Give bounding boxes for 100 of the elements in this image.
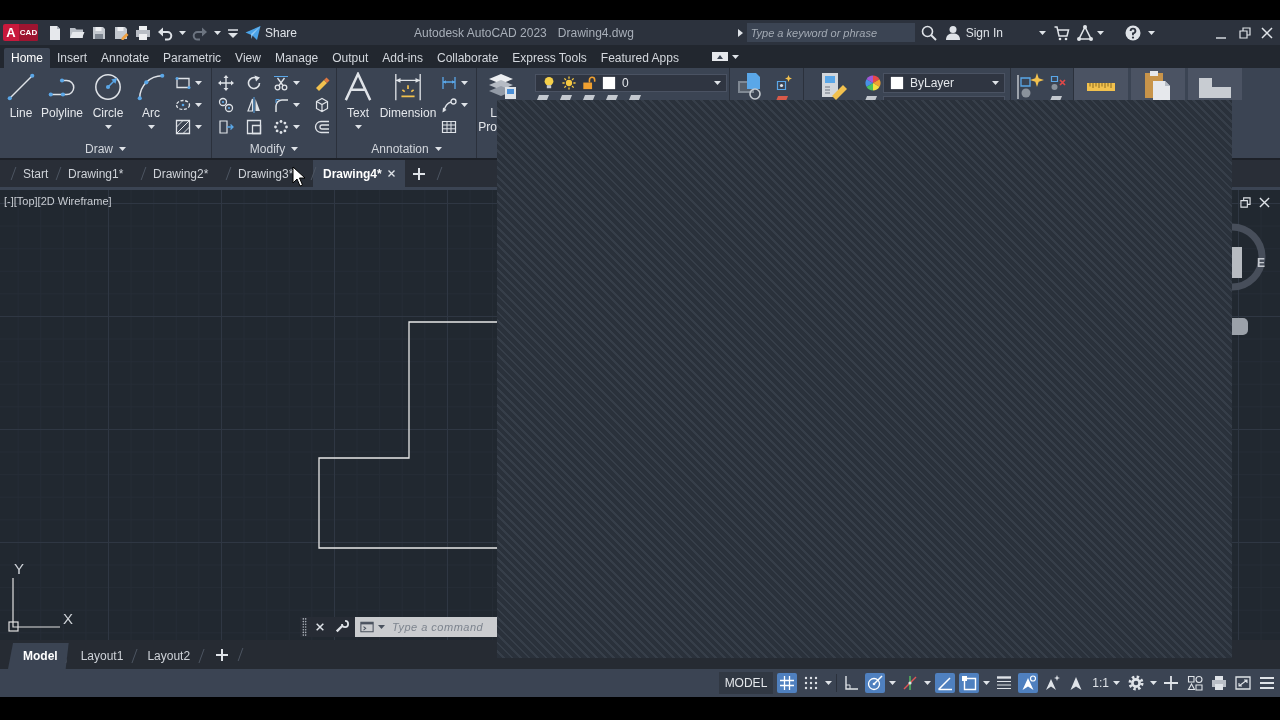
base-view-button[interactable]	[1188, 68, 1242, 100]
caret-icon[interactable]	[983, 681, 991, 685]
rotate-icon[interactable]	[246, 75, 262, 91]
layout-tab[interactable]: Layout1	[68, 643, 136, 669]
circle-tool-button[interactable]: Circle	[86, 72, 130, 134]
eraser-icon[interactable]	[314, 75, 330, 91]
search-field[interactable]: Type a keyword or phrase	[746, 23, 915, 42]
scissors-icon[interactable]	[273, 75, 289, 91]
compass-ring[interactable]	[1232, 223, 1266, 291]
model-space-button[interactable]: MODEL	[718, 672, 774, 694]
caret-icon[interactable]	[214, 30, 221, 35]
panel-title-button[interactable]: Draw	[83, 142, 128, 156]
plus-icon[interactable]	[216, 648, 229, 661]
caret-icon[interactable]	[461, 81, 468, 85]
linear-dimension-icon[interactable]	[441, 75, 457, 91]
ribbon-tab[interactable]: Insert	[50, 48, 95, 68]
caret-icon[interactable]	[461, 103, 468, 107]
file-tab[interactable]: Drawing1*	[58, 160, 143, 187]
ribbon-tab[interactable]: Annotate	[94, 48, 157, 68]
caret-icon[interactable]	[889, 681, 897, 685]
command-input[interactable]: Type a command	[387, 617, 497, 637]
sign-in-button[interactable]: Sign In	[944, 24, 1003, 41]
ribbon-tab[interactable]: Parametric	[156, 48, 229, 68]
caret-icon[interactable]	[1097, 30, 1104, 35]
fullscreen-icon[interactable]	[1233, 673, 1253, 693]
stretch-icon[interactable]	[218, 119, 234, 135]
wrench-icon[interactable]	[335, 620, 349, 634]
line-tool-button[interactable]: Line	[3, 72, 39, 134]
move-icon[interactable]	[218, 75, 234, 91]
hatched-square-icon[interactable]	[175, 119, 191, 135]
layout-tab[interactable]: Layout2	[135, 643, 203, 669]
ribbon-tab[interactable]: Manage	[267, 48, 326, 68]
square-sparkle-icon[interactable]	[776, 75, 792, 91]
ribbon-tab[interactable]: Featured Apps	[593, 48, 686, 68]
ellipse-icon[interactable]	[175, 97, 191, 113]
close-icon[interactable]	[387, 169, 396, 178]
close-icon[interactable]	[315, 622, 325, 632]
shapes-icon[interactable]	[1185, 673, 1205, 693]
search-icon[interactable]	[920, 24, 937, 41]
angle-icon[interactable]	[935, 673, 956, 693]
caret-icon[interactable]	[293, 81, 300, 85]
caret-icon[interactable]	[1039, 30, 1046, 35]
leader-arrow-icon[interactable]	[441, 97, 457, 113]
navigation-bar[interactable]	[1232, 318, 1248, 335]
caret-icon[interactable]	[147, 125, 155, 129]
cart-icon[interactable]	[1054, 24, 1070, 41]
drawing-canvas[interactable]: E	[1232, 190, 1280, 640]
caret-icon[interactable]	[195, 125, 202, 129]
shapes-cross-icon[interactable]	[1050, 75, 1066, 91]
file-tab[interactable]: Start	[13, 160, 58, 187]
save-icon[interactable]	[91, 24, 107, 41]
triangle-nodes-icon[interactable]	[1077, 24, 1093, 41]
square-corner-icon[interactable]	[959, 673, 980, 693]
caret-icon[interactable]	[1148, 30, 1155, 35]
app-menu-button[interactable]: A CAD	[3, 24, 38, 41]
help-icon[interactable]	[1125, 24, 1141, 41]
restore-icon[interactable]	[1240, 197, 1251, 208]
caret-icon[interactable]	[293, 103, 300, 107]
measure-button[interactable]	[1074, 68, 1128, 100]
paste-button[interactable]	[1131, 68, 1185, 100]
two-circles-icon[interactable]	[218, 97, 234, 113]
caret-icon[interactable]	[195, 81, 202, 85]
rectangle-icon[interactable]	[175, 75, 191, 91]
dimension-tool-button[interactable]: Dimension	[379, 72, 437, 134]
layer-dropdown[interactable]: 0	[535, 74, 727, 92]
ribbon-tab[interactable]: View	[228, 48, 268, 68]
ribbon-tab[interactable]: Output	[325, 48, 376, 68]
rounded-corner-icon[interactable]	[273, 97, 289, 113]
ribbon-tab[interactable]: Express Tools	[505, 48, 594, 68]
ribbon-tab[interactable]: Collaborate	[430, 48, 506, 68]
caret-icon[interactable]	[731, 54, 739, 59]
save-as-icon[interactable]	[113, 24, 129, 41]
ribbon-tab[interactable]: Home	[4, 48, 50, 68]
share-button[interactable]: Share	[245, 24, 298, 41]
cube-icon[interactable]	[314, 97, 330, 113]
restore-icon[interactable]	[1239, 26, 1251, 39]
polyline-tool-button[interactable]: Polyline	[39, 72, 85, 134]
caret-icon[interactable]	[354, 125, 362, 129]
ribbon-tab[interactable]: Add-ins	[375, 48, 430, 68]
text-tool-button[interactable]: Text	[339, 72, 377, 134]
color-wheel-icon[interactable]	[865, 75, 881, 91]
caret-icon[interactable]	[1150, 681, 1157, 685]
arc-tool-button[interactable]: Arc	[131, 72, 171, 134]
settings-icon[interactable]	[1126, 673, 1146, 693]
viewport-controls-label[interactable]: [-][Top][2D Wireframe]	[4, 195, 112, 208]
caret-icon[interactable]	[195, 103, 202, 107]
concentric-curves-icon[interactable]	[314, 119, 330, 135]
layout-tab[interactable]: Model	[8, 643, 69, 669]
new-file-icon[interactable]	[47, 24, 63, 41]
polyline-shape[interactable]	[318, 321, 498, 549]
file-tab[interactable]: Drawing3*	[228, 160, 313, 187]
shapes-sparkle-icon[interactable]	[1016, 72, 1044, 100]
panel-toggle-icon[interactable]	[711, 52, 728, 61]
color-dropdown[interactable]: ByLayer	[883, 73, 1005, 93]
panel-title-button[interactable]: Annotation	[369, 142, 444, 156]
caret-icon[interactable]	[179, 30, 186, 35]
file-tab[interactable]: Drawing2*	[143, 160, 228, 187]
compass-direction-label[interactable]: E	[1257, 256, 1265, 270]
nested-squares-icon[interactable]	[246, 119, 262, 135]
file-tab[interactable]: Drawing4*	[313, 160, 405, 187]
